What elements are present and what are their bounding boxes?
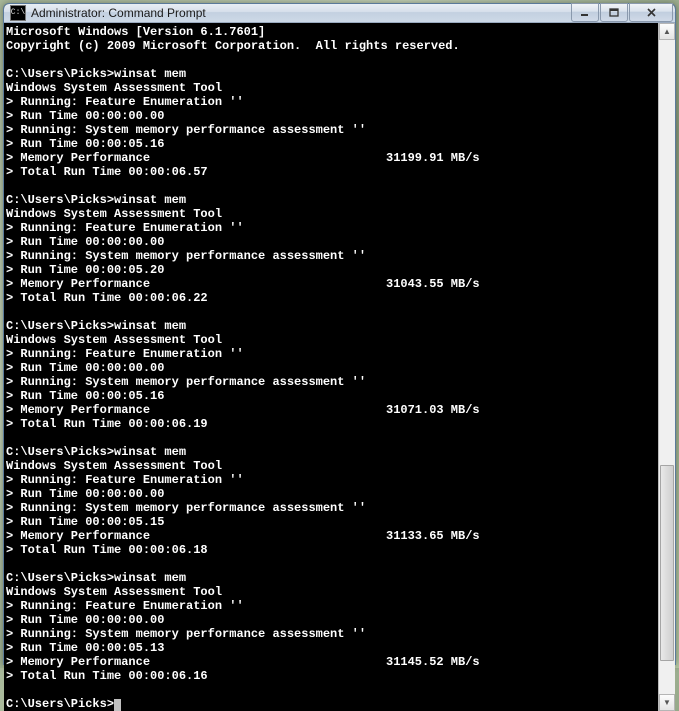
tool-name: Windows System Assessment Tool — [6, 81, 658, 95]
banner-version: Microsoft Windows [Version 6.1.7601] — [6, 25, 658, 39]
scroll-track[interactable] — [659, 40, 675, 694]
prompt-line: C:\Users\Picks>winsat mem — [6, 319, 658, 333]
total-run-time: > Total Run Time 00:00:06.19 — [6, 417, 658, 431]
scroll-thumb[interactable] — [660, 465, 674, 661]
cursor — [114, 699, 121, 711]
blank-line — [6, 431, 658, 445]
titlebar[interactable]: C:\ Administrator: Command Prompt — [4, 4, 675, 23]
run-time-2: > Run Time 00:00:05.16 — [6, 389, 658, 403]
run-time-1: > Run Time 00:00:00.00 — [6, 613, 658, 627]
run-time-2: > Run Time 00:00:05.13 — [6, 641, 658, 655]
step-mem-assessment: > Running: System memory performance ass… — [6, 501, 658, 515]
command-prompt-window: C:\ Administrator: Command Prompt Micros… — [3, 3, 676, 665]
cmd-icon: C:\ — [10, 5, 26, 21]
window-title: Administrator: Command Prompt — [31, 6, 571, 20]
total-run-time: > Total Run Time 00:00:06.18 — [6, 543, 658, 557]
blank-line — [6, 683, 658, 697]
step-mem-assessment: > Running: System memory performance ass… — [6, 123, 658, 137]
prompt-line: C:\Users\Picks>winsat mem — [6, 193, 658, 207]
blank-line — [6, 179, 658, 193]
step-feature-enum: > Running: Feature Enumeration '' — [6, 95, 658, 109]
prompt-line: C:\Users\Picks>winsat mem — [6, 67, 658, 81]
memory-performance-line: > Memory Performance31199.91 MB/s — [6, 151, 658, 165]
total-run-time: > Total Run Time 00:00:06.16 — [6, 669, 658, 683]
prompt-line: C:\Users\Picks>winsat mem — [6, 445, 658, 459]
step-feature-enum: > Running: Feature Enumeration '' — [6, 221, 658, 235]
step-mem-assessment: > Running: System memory performance ass… — [6, 627, 658, 641]
blank-line — [6, 305, 658, 319]
step-feature-enum: > Running: Feature Enumeration '' — [6, 473, 658, 487]
maximize-button[interactable] — [600, 3, 628, 22]
blank-line — [6, 53, 658, 67]
run-time-1: > Run Time 00:00:00.00 — [6, 235, 658, 249]
memory-performance-line: > Memory Performance31133.65 MB/s — [6, 529, 658, 543]
console-output[interactable]: Microsoft Windows [Version 6.1.7601]Copy… — [4, 23, 658, 711]
blank-line — [6, 557, 658, 571]
step-mem-assessment: > Running: System memory performance ass… — [6, 249, 658, 263]
run-time-1: > Run Time 00:00:00.00 — [6, 361, 658, 375]
tool-name: Windows System Assessment Tool — [6, 459, 658, 473]
step-feature-enum: > Running: Feature Enumeration '' — [6, 347, 658, 361]
memory-performance-line: > Memory Performance31043.55 MB/s — [6, 277, 658, 291]
run-time-1: > Run Time 00:00:00.00 — [6, 109, 658, 123]
prompt-current[interactable]: C:\Users\Picks> — [6, 697, 658, 711]
memory-performance-line: > Memory Performance31145.52 MB/s — [6, 655, 658, 669]
memory-performance-line: > Memory Performance31071.03 MB/s — [6, 403, 658, 417]
run-time-2: > Run Time 00:00:05.15 — [6, 515, 658, 529]
banner-copyright: Copyright (c) 2009 Microsoft Corporation… — [6, 39, 658, 53]
tool-name: Windows System Assessment Tool — [6, 585, 658, 599]
close-button[interactable] — [629, 3, 673, 22]
total-run-time: > Total Run Time 00:00:06.57 — [6, 165, 658, 179]
run-time-1: > Run Time 00:00:00.00 — [6, 487, 658, 501]
run-time-2: > Run Time 00:00:05.20 — [6, 263, 658, 277]
tool-name: Windows System Assessment Tool — [6, 333, 658, 347]
step-mem-assessment: > Running: System memory performance ass… — [6, 375, 658, 389]
minimize-button[interactable] — [571, 3, 599, 22]
scroll-up-button[interactable]: ▲ — [659, 23, 675, 40]
prompt-line: C:\Users\Picks>winsat mem — [6, 571, 658, 585]
step-feature-enum: > Running: Feature Enumeration '' — [6, 599, 658, 613]
tool-name: Windows System Assessment Tool — [6, 207, 658, 221]
total-run-time: > Total Run Time 00:00:06.22 — [6, 291, 658, 305]
vertical-scrollbar[interactable]: ▲ ▼ — [658, 23, 675, 711]
run-time-2: > Run Time 00:00:05.16 — [6, 137, 658, 151]
scroll-down-button[interactable]: ▼ — [659, 694, 675, 711]
